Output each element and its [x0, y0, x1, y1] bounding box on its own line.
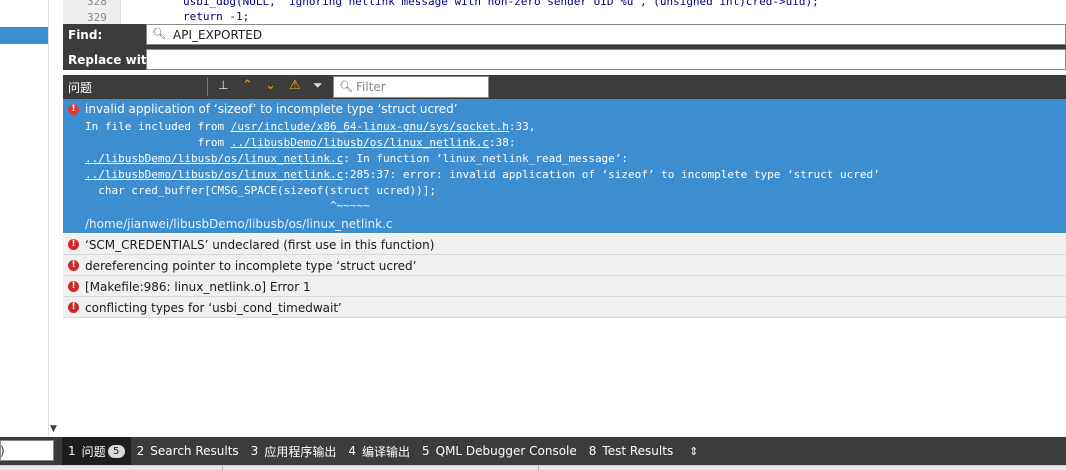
file-link[interactable]: /usr/include/x86_64-linux-gnu/sys/socket…: [231, 120, 509, 133]
previous-item-icon[interactable]: ⌃: [242, 78, 253, 93]
issue-detail-line: ^~~~~~: [85, 199, 370, 212]
issue-row[interactable]: ! ‘SCM_CREDENTIALS’ undeclared (first us…: [63, 234, 1066, 255]
filter-icon[interactable]: ⏷: [313, 78, 323, 93]
sidebar-selected-item[interactable]: [0, 27, 48, 44]
clean-build-icon[interactable]: ⊥: [218, 78, 228, 92]
search-icon: 🔍︎: [339, 80, 353, 93]
code-line: usbi_dbg(NULL, "ignoring netlink message…: [183, 0, 819, 8]
search-icon[interactable]: 🔍︎: [152, 27, 166, 40]
issue-detail-line: In file included from /usr/include/x86_6…: [85, 120, 536, 133]
tab-qml-debugger-console[interactable]: 5 QML Debugger Console: [416, 437, 583, 465]
issue-message: [Makefile:986: linux_netlink.o] Error 1: [85, 280, 311, 294]
file-link[interactable]: ../libusbDemo/libusb/os/linux_netlink.c: [231, 136, 489, 149]
issues-list[interactable]: ! invalid application of ‘sizeof’ to inc…: [63, 99, 1066, 437]
issue-detail-line: char cred_buffer[CMSG_SPACE(sizeof(struc…: [85, 184, 436, 197]
issues-toolbar: 问题 ⊥ ⌃ ⌄ ⚠ ⏷ 🔍︎: [63, 75, 1066, 99]
updown-arrows-icon[interactable]: ⇕: [679, 445, 708, 458]
tab-test-results[interactable]: 8 Test Results: [583, 437, 679, 465]
status-divider: [538, 466, 539, 470]
find-replace-bar: Find: 🔍︎ API_EXPORTED Replace with:: [63, 24, 1066, 70]
issue-detail-line: ../libusbDemo/libusb/os/linux_netlink.c:…: [85, 152, 629, 165]
qt-creator-window: ▼ 328 usbi_dbg(NULL, "ignoring netlink m…: [0, 0, 1066, 470]
issue-row[interactable]: ! [Makefile:986: linux_netlink.o] Error …: [63, 276, 1066, 297]
output-tabs: 1 问题 5 2 Search Results 3 应用程序输出 4 编译输出 …: [62, 437, 708, 465]
status-divider: [222, 466, 223, 470]
find-label: Find:: [68, 28, 103, 42]
issue-row[interactable]: ! dereferencing pointer to incomplete ty…: [63, 255, 1066, 276]
issue-message: invalid application of ‘sizeof’ to incom…: [85, 102, 458, 116]
issue-file-path: /home/jianwei/libusbDemo/libusb/os/linux…: [85, 217, 393, 231]
issue-detail-line: ../libusbDemo/libusb/os/linux_netlink.c:…: [85, 168, 880, 181]
issue-row-selected[interactable]: ! invalid application of ‘sizeof’ to inc…: [63, 99, 1066, 233]
file-link[interactable]: ../libusbDemo/libusb/os/linux_netlink.c: [85, 152, 343, 165]
tab-compile-output[interactable]: 4 编译输出: [342, 437, 416, 465]
warning-filter-icon[interactable]: ⚠: [289, 78, 301, 93]
tab-application-output[interactable]: 3 应用程序输出: [245, 437, 343, 465]
code-line: return -1;: [183, 10, 250, 23]
issue-row[interactable]: ! conflicting types for ‘usbi_cond_timed…: [63, 297, 1066, 318]
issue-message: ‘SCM_CREDENTIALS’ undeclared (first use …: [85, 238, 435, 252]
toolbar-separator: [207, 78, 208, 96]
locator-input[interactable]: ): [0, 440, 54, 461]
replace-input[interactable]: [146, 49, 1066, 70]
left-sidebar[interactable]: ▼: [0, 0, 62, 437]
tab-search-results[interactable]: 2 Search Results: [131, 437, 245, 465]
line-number: 328: [87, 0, 107, 8]
error-icon: !: [68, 260, 79, 271]
error-icon: !: [68, 302, 79, 313]
code-editor[interactable]: 328 usbi_dbg(NULL, "ignoring netlink mes…: [63, 0, 1066, 24]
issue-detail-line: from ../libusbDemo/libusb/os/linux_netli…: [85, 136, 516, 149]
error-icon: !: [68, 239, 79, 250]
output-pane-bar: ) 1 问题 5 2 Search Results 3 应用程序输出 4 编译输…: [0, 437, 1066, 465]
status-strip: [0, 465, 1066, 470]
find-value: API_EXPORTED: [173, 28, 263, 42]
sidebar-scrollbar[interactable]: [48, 0, 62, 437]
file-link[interactable]: ../libusbDemo/libusb/os/linux_netlink.c: [85, 168, 343, 181]
find-input[interactable]: 🔍︎ API_EXPORTED: [146, 24, 1066, 45]
issue-message: conflicting types for ‘usbi_cond_timedwa…: [85, 301, 342, 315]
error-icon: !: [68, 281, 79, 292]
error-icon: !: [68, 104, 79, 115]
issue-message: dereferencing pointer to incomplete type…: [85, 259, 417, 273]
tab-issues[interactable]: 1 问题 5: [62, 437, 131, 465]
issues-title: 问题: [68, 81, 93, 95]
filter-input-box[interactable]: 🔍︎: [333, 76, 489, 98]
scroll-down-icon[interactable]: ▼: [50, 424, 57, 434]
line-number: 329: [87, 11, 107, 24]
issues-count-badge: 5: [107, 444, 125, 458]
filter-input[interactable]: [356, 79, 486, 95]
next-item-icon[interactable]: ⌄: [265, 78, 276, 93]
